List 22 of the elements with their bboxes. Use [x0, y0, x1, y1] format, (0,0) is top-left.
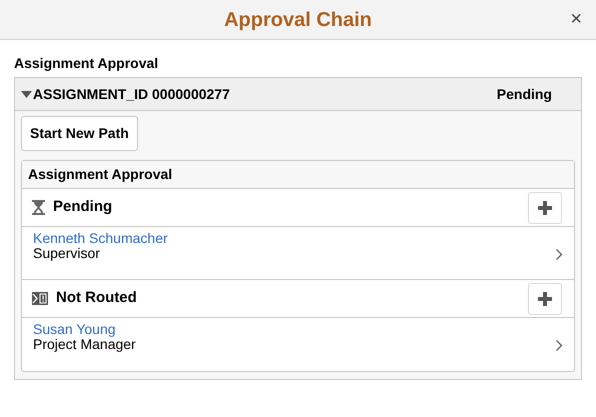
hourglass-icon — [32, 200, 45, 215]
assignment-title: ASSIGNMENT_ID 0000000277 — [33, 84, 230, 104]
add-button[interactable] — [528, 282, 562, 314]
assignment-status: Pending — [496, 84, 552, 104]
caret-icon[interactable] — [21, 90, 32, 98]
approver-name-link[interactable]: Kenneth Schumacher — [33, 231, 168, 246]
start-new-path-button[interactable]: Start New Path — [21, 116, 138, 151]
add-button[interactable] — [528, 192, 562, 224]
close-button[interactable]: × — [570, 9, 582, 29]
chevron-right-icon[interactable] — [556, 249, 562, 260]
dialog-title: Approval Chain — [224, 8, 372, 32]
step-status: Pending — [53, 197, 112, 218]
not-routed-icon — [32, 292, 48, 305]
path-title: Assignment Approval — [28, 165, 172, 184]
approver-role: Supervisor — [33, 246, 100, 261]
plus-icon — [538, 292, 552, 306]
chevron-right-icon[interactable] — [556, 340, 562, 351]
approver-role: Project Manager — [33, 337, 136, 352]
step-status: Not Routed — [56, 288, 137, 308]
approver-name-link[interactable]: Susan Young — [33, 322, 116, 337]
section-title: Assignment Approval — [14, 55, 158, 71]
plus-icon — [538, 200, 552, 214]
